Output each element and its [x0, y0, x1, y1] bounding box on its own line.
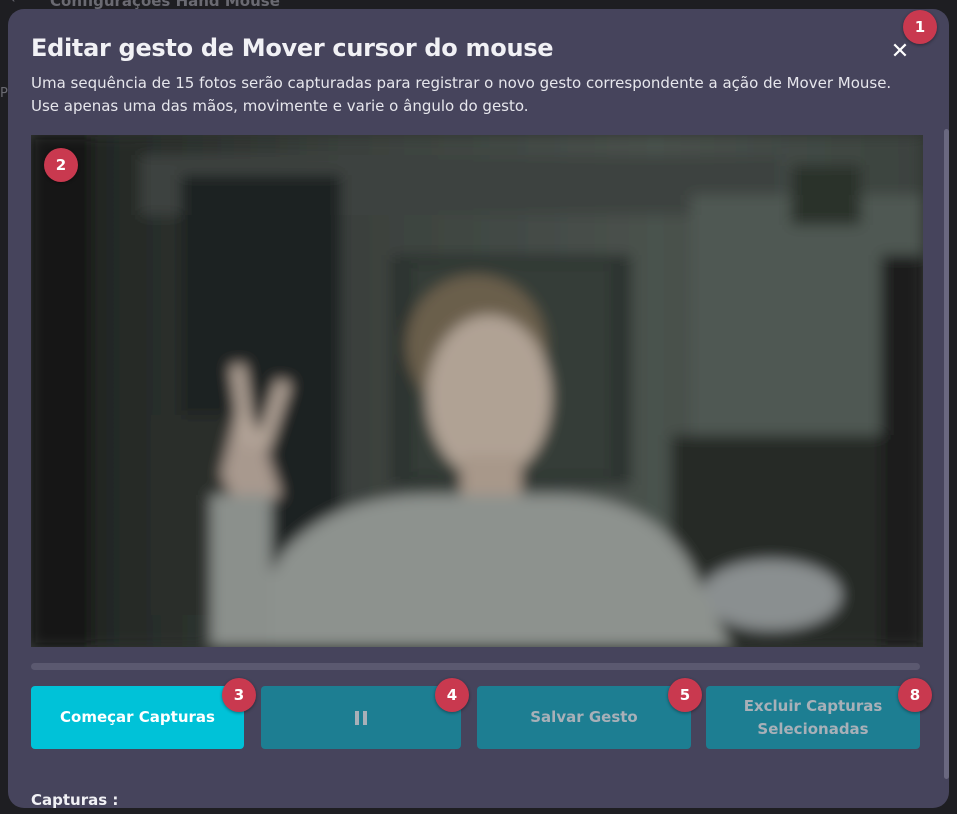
modal-description: Uma sequência de 15 fotos serão capturad… [31, 74, 892, 115]
background-side-letter: P [0, 86, 8, 101]
chevron-left-icon[interactable]: ‹ [10, 0, 16, 7]
save-gesture-button[interactable]: Salvar Gesto [477, 686, 691, 749]
close-icon[interactable]: ✕ [888, 40, 912, 64]
pause-button[interactable] [261, 686, 461, 749]
annotation-badge-delete: 8 [898, 678, 932, 712]
pause-icon [355, 710, 367, 725]
modal-scrollbar[interactable] [944, 129, 949, 779]
modal-title: Editar gesto de Mover cursor do mouse [31, 34, 554, 62]
annotation-badge-pause: 4 [435, 678, 469, 712]
capture-progress-bar [31, 663, 920, 670]
delete-selected-captures-button[interactable]: Excluir Capturas Selecionadas [706, 686, 920, 749]
start-captures-label: Começar Capturas [60, 708, 215, 726]
save-gesture-label: Salvar Gesto [530, 708, 638, 726]
delete-selected-captures-label: Excluir Capturas Selecionadas [743, 696, 883, 738]
annotation-badge-close: 1 [903, 10, 937, 44]
annotation-badge-start: 3 [222, 678, 256, 712]
annotation-badge-video: 2 [44, 148, 78, 182]
camera-feed-image [31, 135, 923, 647]
camera-preview [31, 135, 923, 647]
captures-section-label: Capturas : [31, 791, 119, 808]
annotation-badge-save: 5 [668, 678, 702, 712]
edit-gesture-modal: Editar gesto de Mover cursor do mouse ✕ … [8, 9, 949, 808]
start-captures-button[interactable]: Começar Capturas [31, 686, 244, 749]
